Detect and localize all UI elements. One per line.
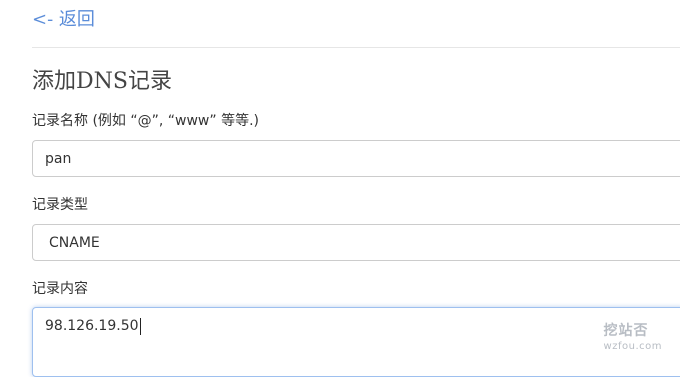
back-link[interactable]: <- 返回 (32, 8, 95, 32)
record-name-input[interactable]: pan (32, 140, 680, 177)
record-name-value: pan (45, 151, 72, 167)
watermark: 挖站否 wzfou.com (604, 320, 662, 352)
record-type-select[interactable]: CNAME (32, 224, 680, 261)
watermark-logo: 挖站否 (604, 320, 662, 340)
watermark-text: 挖站否 (603, 323, 649, 339)
record-content-input[interactable]: 98.126.19.50 (32, 307, 680, 377)
record-type-label: 记录类型 (32, 197, 88, 213)
record-content-label: 记录内容 (32, 281, 88, 297)
divider (32, 47, 680, 48)
record-name-label: 记录名称 (例如 “@”, “www” 等等.) (32, 113, 259, 129)
record-content-value: 98.126.19.50 (45, 318, 139, 334)
text-caret (139, 317, 141, 335)
watermark-subtext: wzfou.com (603, 341, 662, 352)
record-type-value: CNAME (49, 234, 100, 251)
page-title: 添加DNS记录 (32, 69, 172, 94)
